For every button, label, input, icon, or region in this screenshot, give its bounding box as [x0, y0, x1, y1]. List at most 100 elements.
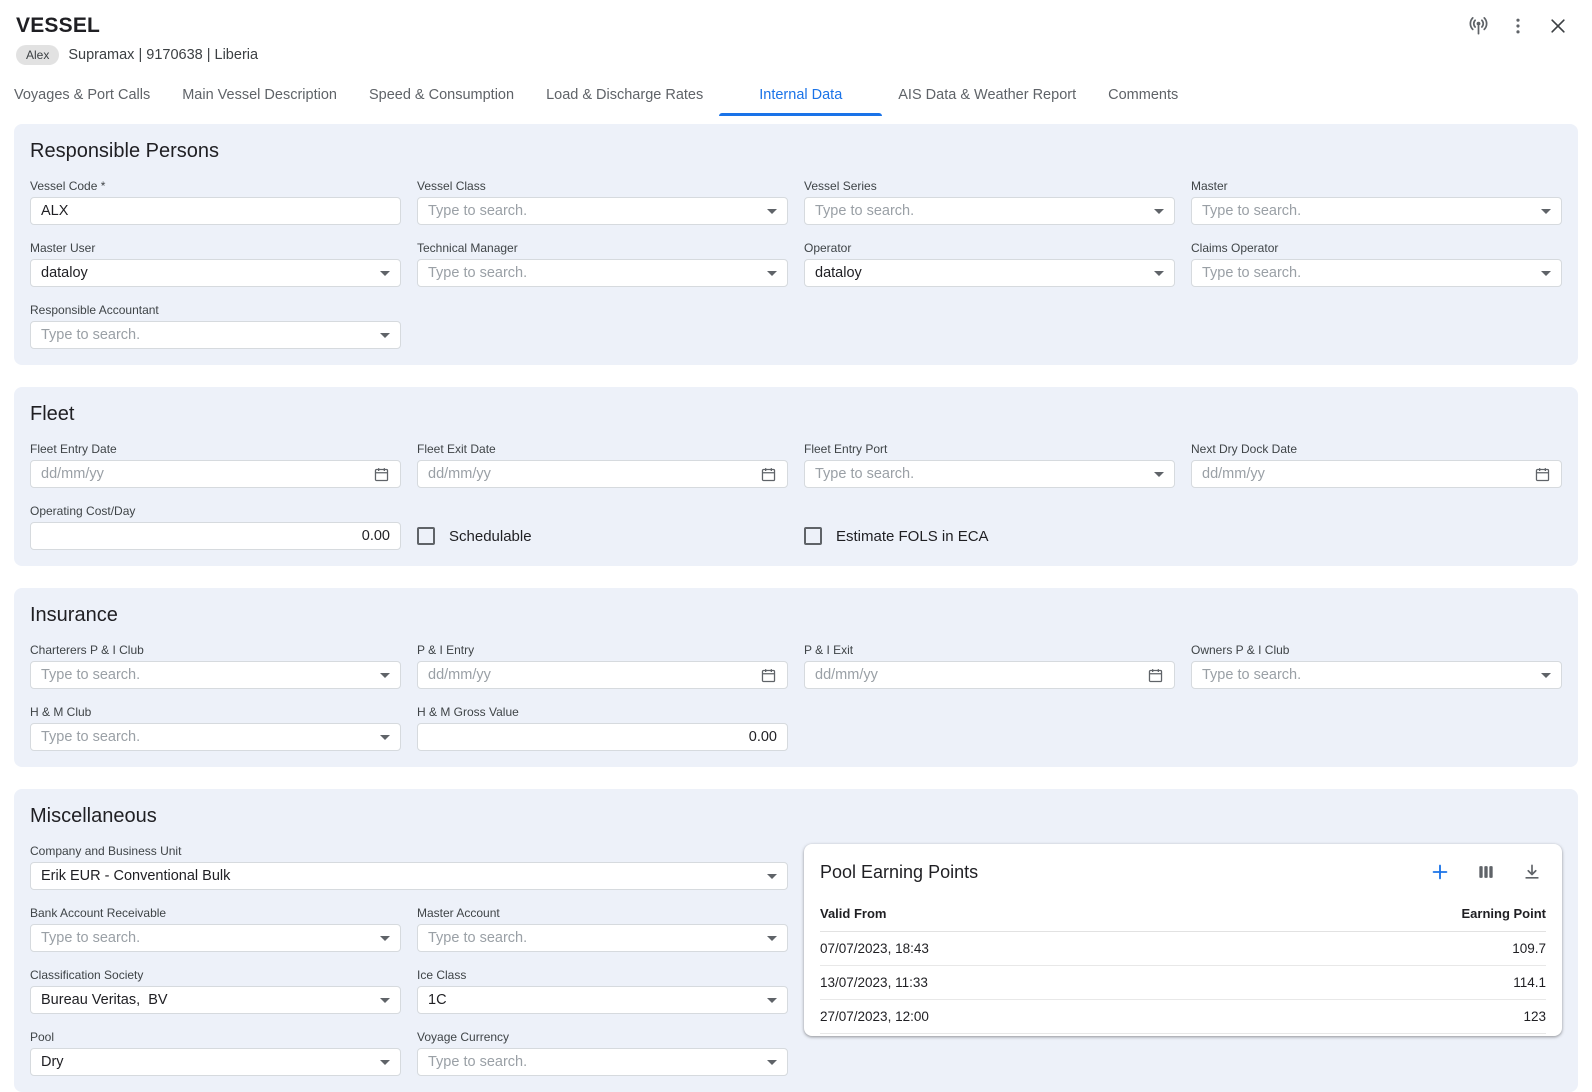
- technical-manager-placeholder: Type to search.: [428, 265, 759, 281]
- tab-voyages-port-calls[interactable]: Voyages & Port Calls: [14, 77, 166, 116]
- table-row[interactable]: 07/07/2023, 18:43 109.7: [820, 932, 1546, 966]
- schedulable-checkbox-row[interactable]: Schedulable: [417, 522, 788, 550]
- hm-club-select[interactable]: Type to search.: [30, 723, 401, 751]
- ice-class-value: 1C: [428, 992, 759, 1008]
- vessel-class-select[interactable]: Type to search.: [417, 197, 788, 225]
- field-charterers-pi-club: Charterers P & I Club Type to search.: [30, 643, 401, 689]
- hm-club-label: H & M Club: [30, 705, 401, 719]
- responsible-accountant-select[interactable]: Type to search.: [30, 321, 401, 349]
- fleet-exit-date-input[interactable]: dd/mm/yy: [417, 460, 788, 488]
- valid-from-cell: 27/07/2023, 12:00: [820, 1000, 1229, 1034]
- valid-from-cell: 07/07/2023, 18:43: [820, 932, 1229, 966]
- calendar-icon[interactable]: [760, 466, 777, 483]
- field-master: Master Type to search.: [1191, 179, 1562, 225]
- master-select[interactable]: Type to search.: [1191, 197, 1562, 225]
- bank-account-receivable-select[interactable]: Type to search.: [30, 924, 401, 952]
- section-title: Miscellaneous: [30, 805, 1562, 828]
- vessel-series-placeholder: Type to search.: [815, 203, 1146, 219]
- master-account-select[interactable]: Type to search.: [417, 924, 788, 952]
- hm-gross-value-input[interactable]: [417, 723, 788, 751]
- master-user-value: dataloy: [41, 265, 372, 281]
- section-title: Insurance: [30, 604, 1562, 627]
- antenna-icon[interactable]: [1464, 12, 1492, 40]
- tab-internal-data[interactable]: Internal Data: [719, 77, 882, 116]
- technical-manager-select[interactable]: Type to search.: [417, 259, 788, 287]
- master-account-label: Master Account: [417, 906, 788, 920]
- calendar-icon[interactable]: [760, 667, 777, 684]
- pi-entry-date-input[interactable]: dd/mm/yy: [417, 661, 788, 689]
- fleet-entry-port-select[interactable]: Type to search.: [804, 460, 1175, 488]
- calendar-icon[interactable]: [373, 466, 390, 483]
- fleet-entry-date-input[interactable]: dd/mm/yy: [30, 460, 401, 488]
- kebab-menu-icon[interactable]: [1504, 12, 1532, 40]
- add-row-icon[interactable]: [1426, 858, 1454, 886]
- download-icon[interactable]: [1518, 858, 1546, 886]
- next-dry-dock-date-label: Next Dry Dock Date: [1191, 442, 1562, 456]
- bank-account-receivable-placeholder: Type to search.: [41, 930, 372, 946]
- charterers-pi-club-select[interactable]: Type to search.: [30, 661, 401, 689]
- section-miscellaneous: Miscellaneous Company and Business Unit …: [14, 789, 1578, 1092]
- ice-class-label: Ice Class: [417, 968, 788, 982]
- field-fleet-entry-date: Fleet Entry Date dd/mm/yy: [30, 442, 401, 488]
- table-row[interactable]: 13/07/2023, 11:33 114.1: [820, 966, 1546, 1000]
- close-icon[interactable]: [1544, 12, 1572, 40]
- chevron-down-icon: [380, 998, 390, 1003]
- ice-class-select[interactable]: 1C: [417, 986, 788, 1014]
- operating-cost-day-input[interactable]: [30, 522, 401, 550]
- field-owners-pi-club: Owners P & I Club Type to search.: [1191, 643, 1562, 689]
- estimate-fols-checkbox-row[interactable]: Estimate FOLS in ECA: [804, 522, 1175, 550]
- pool-label: Pool: [30, 1030, 401, 1044]
- pi-entry-placeholder: dd/mm/yy: [428, 667, 752, 683]
- calendar-icon[interactable]: [1147, 667, 1164, 684]
- table-row[interactable]: 27/07/2023, 12:00 123: [820, 1000, 1546, 1034]
- valid-from-cell: 13/07/2023, 11:33: [820, 966, 1229, 1000]
- fleet-exit-date-label: Fleet Exit Date: [417, 442, 788, 456]
- field-pool: Pool Dry: [30, 1030, 401, 1076]
- next-dry-dock-date-input[interactable]: dd/mm/yy: [1191, 460, 1562, 488]
- chevron-down-icon: [767, 271, 777, 276]
- voyage-currency-select[interactable]: Type to search.: [417, 1048, 788, 1076]
- tab-speed-consumption[interactable]: Speed & Consumption: [353, 77, 530, 116]
- user-badge: Alex: [16, 45, 59, 65]
- claims-operator-select[interactable]: Type to search.: [1191, 259, 1562, 287]
- field-pi-exit: P & I Exit dd/mm/yy: [804, 643, 1175, 689]
- master-placeholder: Type to search.: [1202, 203, 1533, 219]
- pool-select[interactable]: Dry: [30, 1048, 401, 1076]
- chevron-down-icon: [1154, 209, 1164, 214]
- responsible-accountant-placeholder: Type to search.: [41, 327, 372, 343]
- tab-load-discharge-rates[interactable]: Load & Discharge Rates: [530, 77, 719, 116]
- classification-society-select[interactable]: Bureau Veritas, BV: [30, 986, 401, 1014]
- hm-gross-value-label: H & M Gross Value: [417, 705, 788, 719]
- section-title: Responsible Persons: [30, 140, 1562, 163]
- pi-exit-date-input[interactable]: dd/mm/yy: [804, 661, 1175, 689]
- calendar-icon[interactable]: [1534, 466, 1551, 483]
- earning-point-cell: 114.1: [1229, 966, 1546, 1000]
- vessel-series-select[interactable]: Type to search.: [804, 197, 1175, 225]
- master-user-select[interactable]: dataloy: [30, 259, 401, 287]
- charterers-pi-club-label: Charterers P & I Club: [30, 643, 401, 657]
- chevron-down-icon: [380, 735, 390, 740]
- owners-pi-club-placeholder: Type to search.: [1202, 667, 1533, 683]
- tab-ais-data-weather-report[interactable]: AIS Data & Weather Report: [882, 77, 1092, 116]
- field-bank-account-receivable: Bank Account Receivable Type to search.: [30, 906, 401, 952]
- operator-select[interactable]: dataloy: [804, 259, 1175, 287]
- vessel-code-label: Vessel Code *: [30, 179, 401, 193]
- schedulable-checkbox[interactable]: [417, 527, 435, 545]
- columns-icon[interactable]: [1472, 858, 1500, 886]
- field-hm-club: H & M Club Type to search.: [30, 705, 401, 751]
- section-fleet: Fleet Fleet Entry Date dd/mm/yy Fleet Ex…: [14, 387, 1578, 566]
- tab-main-vessel-description[interactable]: Main Vessel Description: [166, 77, 353, 116]
- fleet-entry-port-placeholder: Type to search.: [815, 466, 1146, 482]
- pool-earning-points-title: Pool Earning Points: [820, 862, 1426, 883]
- company-business-unit-select[interactable]: Erik EUR - Conventional Bulk: [30, 862, 788, 890]
- field-hm-gross-value: H & M Gross Value: [417, 705, 788, 751]
- vessel-code-input[interactable]: [30, 197, 401, 225]
- claims-operator-placeholder: Type to search.: [1202, 265, 1533, 281]
- earning-point-cell: 109.7: [1229, 932, 1546, 966]
- fleet-entry-date-placeholder: dd/mm/yy: [41, 466, 365, 482]
- estimate-fols-checkbox[interactable]: [804, 527, 822, 545]
- owners-pi-club-select[interactable]: Type to search.: [1191, 661, 1562, 689]
- tab-comments[interactable]: Comments: [1092, 77, 1194, 116]
- pool-earning-points-actions: [1426, 858, 1546, 886]
- chevron-down-icon: [767, 1060, 777, 1065]
